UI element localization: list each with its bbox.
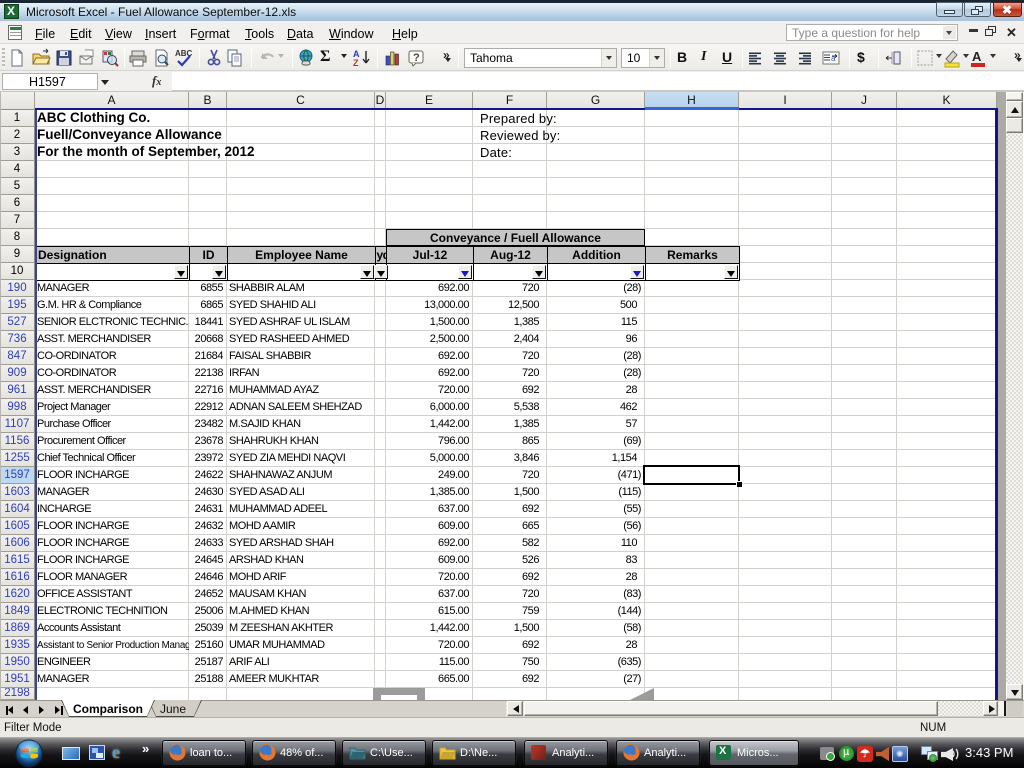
svg-text:a: a	[831, 54, 836, 63]
svg-text:Z: Z	[353, 58, 359, 68]
svg-text:?: ?	[413, 52, 420, 64]
svg-text:A: A	[972, 49, 982, 64]
